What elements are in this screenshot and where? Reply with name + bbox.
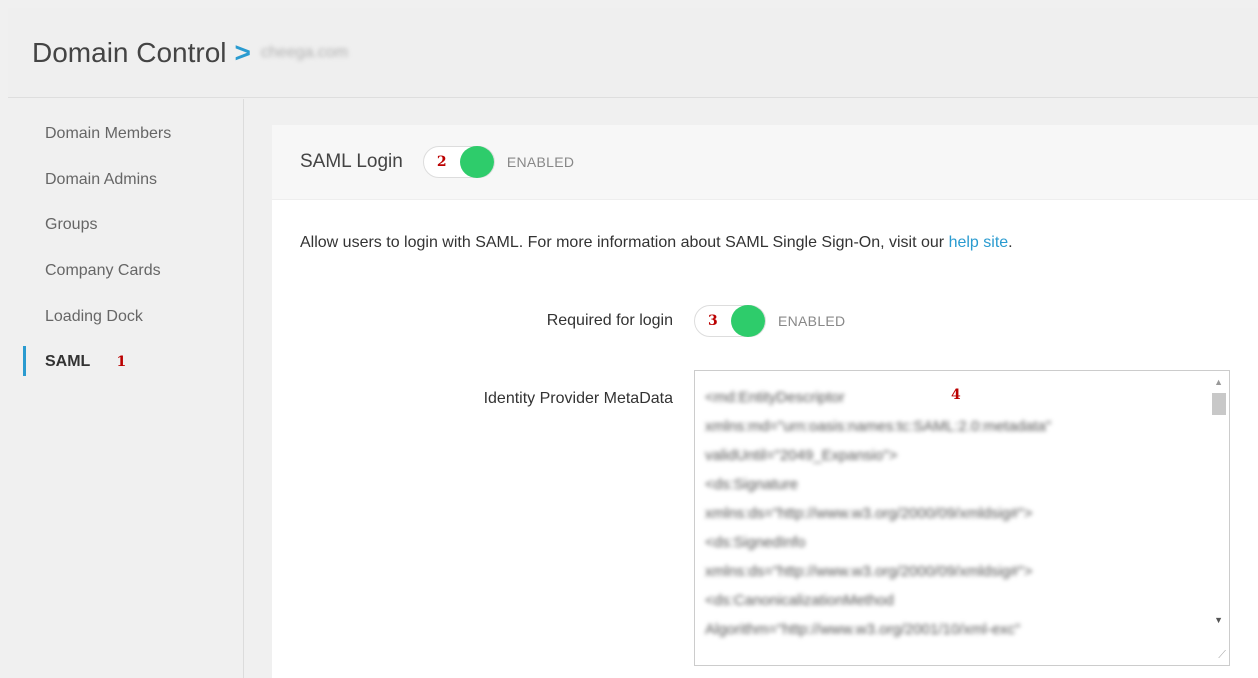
textarea-scrollbar[interactable]: ▲ ▼ [1209,371,1229,665]
scroll-up-icon[interactable]: ▲ [1214,377,1223,387]
metadata-line: <ds:CanonicalizationMethod [705,592,894,609]
sidebar-item-saml[interactable]: SAML 1 [45,353,126,371]
sidebar: Domain Members Domain Admins Groups Comp… [8,99,244,678]
idp-metadata-textarea[interactable]: 4 <md:EntityDescriptor xmlns:md="urn:oas… [694,370,1230,666]
sidebar-item-loading-dock[interactable]: Loading Dock [45,308,143,326]
sidebar-item-domain-members[interactable]: Domain Members [45,125,171,143]
required-login-label: Required for login [546,312,673,329]
annotation-marker: 3 [708,313,718,329]
saml-description: Allow users to login with SAML. For more… [300,234,1013,252]
metadata-line: <md:EntityDescriptor [705,389,845,406]
saml-panel-header: SAML Login 2 ENABLED [272,125,1258,200]
page-title: Domain Control [32,36,227,68]
breadcrumb-separator: > [234,36,251,68]
metadata-line: xmlns:ds="http://www.w3.org/2000/09/xmld… [705,505,1033,522]
resize-handle-icon[interactable]: ⟋ [1218,649,1226,662]
sidebar-item-domain-admins[interactable]: Domain Admins [45,171,157,189]
saml-login-toggle[interactable]: 2 [422,146,495,178]
metadata-line: <ds:SignedInfo [705,534,806,551]
scroll-thumb[interactable] [1212,393,1226,415]
toggle-knob [459,146,494,178]
annotation-marker: 4 [951,387,961,403]
saml-description-end: . [1008,234,1013,251]
metadata-line: xmlns:ds="http://www.w3.org/2000/09/xmld… [705,563,1033,580]
metadata-line: validUntil="2049_Expansio"> [705,447,898,464]
metadata-line: xmlns:md="urn:oasis:names:tc:SAML:2.0:me… [705,418,1052,435]
annotation-marker: 2 [436,154,447,170]
breadcrumb-domain[interactable]: cheega.com [261,44,348,62]
active-indicator [23,346,26,376]
metadata-line: Algorithm="http://www.w3.org/2001/10/xml… [705,621,1021,638]
sidebar-item-company-cards[interactable]: Company Cards [45,262,161,280]
sidebar-item-groups[interactable]: Groups [45,216,97,234]
page-header: Domain Control > cheega.com [8,8,1258,98]
idp-metadata-label: Identity Provider MetaData [483,390,673,407]
saml-login-state: ENABLED [506,154,575,170]
help-site-link[interactable]: help site [949,234,1009,251]
required-login-state: ENABLED [778,313,846,329]
scroll-down-icon[interactable]: ▼ [1214,615,1223,625]
metadata-line: <ds:Signature [705,476,798,493]
saml-description-text: Allow users to login with SAML. For more… [300,234,949,251]
sidebar-item-label: SAML [45,353,91,370]
annotation-marker: 1 [116,354,127,370]
saml-login-title: SAML Login [300,151,403,172]
required-login-toggle[interactable]: 3 [694,305,766,337]
toggle-knob [731,305,765,337]
